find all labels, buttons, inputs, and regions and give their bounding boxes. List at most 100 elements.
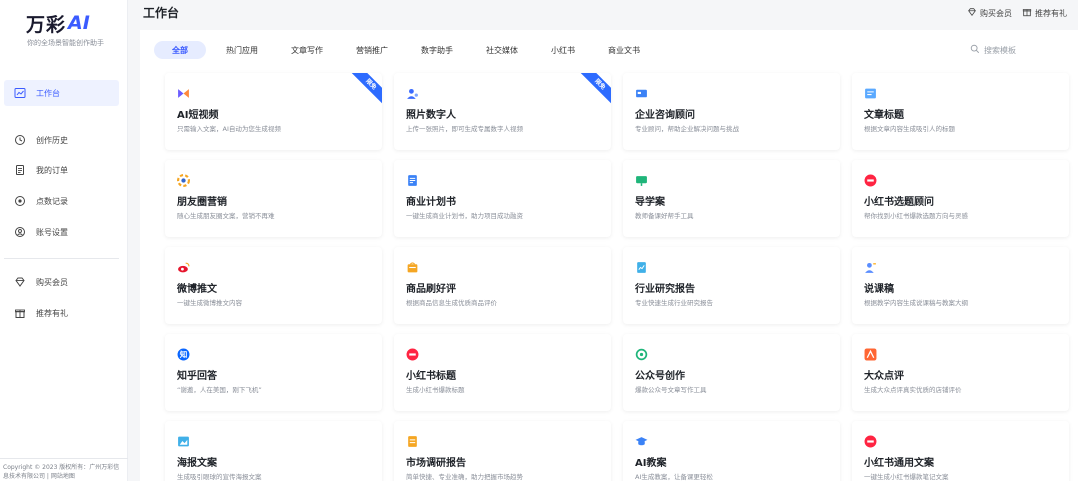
sidebar-item-label: 账号设置 xyxy=(36,227,68,237)
card-title: 导学案 xyxy=(635,197,665,208)
digital-human-icon xyxy=(406,87,419,100)
order-icon xyxy=(14,164,26,176)
points-icon xyxy=(14,195,26,207)
card-title: 小红书选题顾问 xyxy=(864,197,934,208)
title-icon xyxy=(864,87,877,100)
card-title: 文章标题 xyxy=(864,110,904,121)
search-box[interactable]: 搜索模板 xyxy=(970,42,1060,58)
card-title: 公众号创作 xyxy=(635,371,685,382)
search-placeholder: 搜索模板 xyxy=(984,45,1016,55)
template-card[interactable]: 小红书标题 生成小红书爆款标题 xyxy=(394,334,611,411)
sidebar-item-label: 点数记录 xyxy=(36,196,68,206)
card-title: AI短视频 xyxy=(177,110,219,121)
moments-icon xyxy=(177,174,190,187)
gift-icon xyxy=(1022,7,1032,19)
tab-business-docs[interactable]: 商业文书 xyxy=(595,41,653,59)
template-card[interactable]: 文章标题根据文章内容生成吸引人的标题 xyxy=(852,73,1069,150)
diamond-icon xyxy=(14,276,26,288)
sidebar-item-recommend[interactable]: 推荐有礼 xyxy=(4,300,119,326)
xhs-title-icon xyxy=(406,348,419,361)
template-card[interactable]: 照片数字人上传一张照片，即可生成专属数字人视频 限免 xyxy=(394,73,611,150)
card-description: 随心生成朋友圈文案，营销不再难 xyxy=(177,212,275,220)
sidebar-item-label: 推荐有礼 xyxy=(36,308,68,318)
main-panel: 全部 热门应用 文章写作 营销推广 数字助手 社交媒体 小红书 商业文书 搜索模… xyxy=(140,30,1078,481)
template-card[interactable]: 大众点评 生成大众点评真实优质的店铺评价 xyxy=(852,334,1069,411)
survey-icon xyxy=(406,435,419,448)
tab-article-writing[interactable]: 文章写作 xyxy=(278,41,336,59)
poster-icon xyxy=(177,435,190,448)
sidebar-item-label: 创作历史 xyxy=(36,135,68,145)
template-card[interactable]: 海报文案 生成吸引眼球的宣传海报文案 xyxy=(165,421,382,481)
card-description: 专业快速生成行业研究报告 xyxy=(635,299,713,307)
template-card[interactable]: 商业计划书 一键生成商业计划书，助力项目成功融资 xyxy=(394,160,611,237)
header-recommend-link[interactable]: 推荐有礼 xyxy=(1022,7,1067,19)
sidebar-item-history[interactable]: 创作历史 xyxy=(4,127,119,153)
template-card[interactable]: 商品刷好评 根据商品信息生成优质商品评价 xyxy=(394,247,611,324)
account-icon xyxy=(14,226,26,238)
sidebar-item-workbench[interactable]: 工作台 xyxy=(4,80,119,106)
zhihu-icon: 知 xyxy=(177,348,190,361)
sidebar-item-orders[interactable]: 我的订单 xyxy=(4,157,119,183)
tab-digital-assistant[interactable]: 数字助手 xyxy=(408,41,466,59)
card-description: 一键生成小红书爆款笔记文案 xyxy=(864,473,949,481)
template-card[interactable]: 行业研究报告 专业快速生成行业研究报告 xyxy=(623,247,840,324)
template-card[interactable]: AI教案 AI生成教案，让备课更轻松 xyxy=(623,421,840,481)
sidebar-divider xyxy=(4,258,119,259)
template-card[interactable]: 说课稿 根据教学内容生成说课稿与教案大纲 xyxy=(852,247,1069,324)
card-description: 帮你找到小红书爆款选题方向与灵感 xyxy=(864,212,968,220)
brand-logo[interactable]: 万彩 AI xyxy=(26,10,90,36)
sidebar-item-points[interactable]: 点数记录 xyxy=(4,188,119,214)
card-title: 说课稿 xyxy=(864,284,894,295)
card-description: 上传一张照片，即可生成专属数字人视频 xyxy=(406,125,523,133)
weibo-icon xyxy=(177,261,190,274)
card-title: 商业计划书 xyxy=(406,197,456,208)
card-description: 只需输入文案，AI自动为您生成视频 xyxy=(177,125,281,133)
template-card[interactable]: 微博推文 一键生成微博推文内容 xyxy=(165,247,382,324)
copyright-text: Copyright © 2023 版权所有：广州万彩信息技术有限公司 | 网站地… xyxy=(3,464,120,480)
tab-xiaohongshu[interactable]: 小红书 xyxy=(538,41,588,59)
sidebar-item-account[interactable]: 账号设置 xyxy=(4,219,119,245)
card-title: 照片数字人 xyxy=(406,110,456,121)
category-tabs: 全部 热门应用 文章写作 营销推广 数字助手 社交媒体 小红书 商业文书 xyxy=(154,41,660,59)
sidebar: 万彩 AI 你的全场景智能创作助手 工作台 创作历史 我的订单 点数记录 账号设… xyxy=(0,0,128,481)
page-title: 工作台 xyxy=(143,6,180,20)
video-icon xyxy=(177,87,190,100)
sidebar-item-buy-member[interactable]: 购买会员 xyxy=(4,269,119,295)
template-card[interactable]: 小红书选题顾问帮你找到小红书爆款选题方向与灵感 xyxy=(852,160,1069,237)
wechat-icon xyxy=(635,348,648,361)
card-description: “谢邀，人在美国，刚下飞机” xyxy=(177,386,262,394)
tab-all[interactable]: 全部 xyxy=(154,41,206,59)
top-header: 工作台 购买会员 推荐有礼 xyxy=(129,0,1078,26)
template-card[interactable]: 朋友圈营销 随心生成朋友圈文案，营销不再难 xyxy=(165,160,382,237)
history-icon xyxy=(14,134,26,146)
card-description: 根据文章内容生成吸引人的标题 xyxy=(864,125,955,133)
card-description: 根据商品信息生成优质商品评价 xyxy=(406,299,497,307)
template-card[interactable]: 小红书通用文案一键生成小红书爆款笔记文案 xyxy=(852,421,1069,481)
sidebar-item-label: 我的订单 xyxy=(36,165,68,175)
card-description: 生成小红书爆款标题 xyxy=(406,386,465,394)
template-card[interactable]: 公众号创作爆款公众号文章写作工具 xyxy=(623,334,840,411)
header-recommend-label: 推荐有礼 xyxy=(1035,8,1067,18)
template-card[interactable]: 导学案 教师备课好帮手工具 xyxy=(623,160,840,237)
card-title: 市场调研报告 xyxy=(406,458,466,469)
brand-name: 万彩 xyxy=(26,13,67,36)
free-badge: 限免 xyxy=(578,73,611,107)
search-icon xyxy=(970,44,980,56)
card-description: 专业顾问，帮助企业解决问题与挑战 xyxy=(635,125,739,133)
template-card[interactable]: AI短视频 只需输入文案，AI自动为您生成视频 限免 xyxy=(165,73,382,150)
teach-icon xyxy=(635,435,648,448)
tab-marketing[interactable]: 营销推广 xyxy=(343,41,401,59)
tab-social-media[interactable]: 社交媒体 xyxy=(473,41,531,59)
svg-text:知: 知 xyxy=(180,349,188,359)
tab-hot-apps[interactable]: 热门应用 xyxy=(213,41,271,59)
card-title: 知乎回答 xyxy=(177,371,217,382)
template-card[interactable]: 企业咨询顾问 专业顾问，帮助企业解决问题与挑战 xyxy=(623,73,840,150)
brand-slogan: 你的全场景智能创作助手 xyxy=(27,39,104,47)
template-card[interactable]: 市场调研报告 简单快捷、专业准确，助力把握市场趋势 xyxy=(394,421,611,481)
card-title: 小红书通用文案 xyxy=(864,458,934,469)
template-card[interactable]: 知知乎回答 “谢邀，人在美国，刚下飞机” xyxy=(165,334,382,411)
chart-line-icon xyxy=(14,87,26,99)
header-buy-member-link[interactable]: 购买会员 xyxy=(967,7,1012,19)
card-description: 爆款公众号文章写作工具 xyxy=(635,386,707,394)
report-icon xyxy=(635,261,648,274)
